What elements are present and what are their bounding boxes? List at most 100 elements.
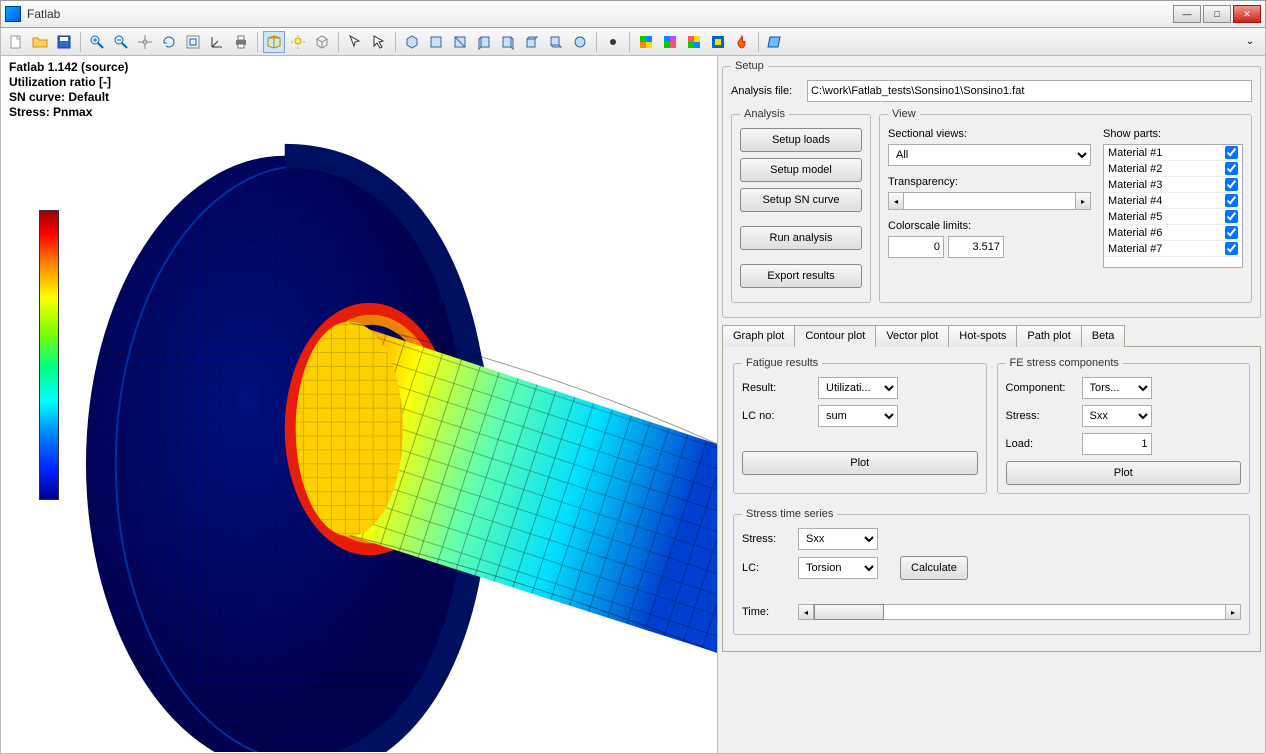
time-thumb[interactable]	[814, 604, 884, 620]
tab-graph-plot[interactable]: Graph plot	[722, 325, 795, 347]
rotate-icon[interactable]	[158, 31, 180, 53]
fea-model-render	[81, 116, 717, 752]
sphere-icon[interactable]	[569, 31, 591, 53]
calculate-button[interactable]: Calculate	[900, 556, 968, 580]
result-select[interactable]: Utilizati...	[818, 377, 898, 399]
setup-legend: Setup	[731, 60, 768, 72]
sts-lc-select[interactable]: Torsion	[798, 557, 878, 579]
window-buttons: — □ ✕	[1173, 5, 1261, 23]
sectional-views-select[interactable]: All	[888, 144, 1091, 166]
axis-icon[interactable]	[206, 31, 228, 53]
palette2-icon[interactable]	[659, 31, 681, 53]
list-item: Material #2	[1104, 161, 1242, 177]
time-left-arrow[interactable]: ◂	[798, 604, 814, 620]
time-right-arrow[interactable]: ▸	[1225, 604, 1241, 620]
node-icon[interactable]	[602, 31, 624, 53]
maximize-button[interactable]: □	[1203, 5, 1231, 23]
fe-stress-select[interactable]: Sxx	[1082, 405, 1152, 427]
component-select[interactable]: Tors...	[1082, 377, 1152, 399]
tab-content-contour: Fatigue results Result: Utilizati... LC …	[722, 347, 1261, 652]
colorscale-label: Colorscale limits:	[888, 220, 1091, 232]
lc-no-select[interactable]: sum	[818, 405, 898, 427]
export-results-button[interactable]: Export results	[740, 264, 862, 288]
load-input[interactable]	[1082, 433, 1152, 455]
list-item: Material #3	[1104, 177, 1242, 193]
part-4-checkbox[interactable]	[1225, 194, 1238, 207]
colorscale-min-input[interactable]	[888, 236, 944, 258]
new-icon[interactable]	[5, 31, 27, 53]
close-button[interactable]: ✕	[1233, 5, 1261, 23]
tab-hot-spots[interactable]: Hot-spots	[948, 325, 1017, 347]
viewport-info: Fatlab 1.142 (source) Utilization ratio …	[9, 60, 128, 120]
fit-icon[interactable]	[182, 31, 204, 53]
list-item: Material #7	[1104, 241, 1242, 257]
part-3-checkbox[interactable]	[1225, 178, 1238, 191]
fe-plot-button[interactable]: Plot	[1006, 461, 1242, 485]
minimize-button[interactable]: —	[1173, 5, 1201, 23]
tab-beta[interactable]: Beta	[1081, 325, 1126, 347]
view-iso-icon[interactable]	[401, 31, 423, 53]
palette3-icon[interactable]	[683, 31, 705, 53]
transparency-label: Transparency:	[888, 176, 1091, 188]
result-tabs: Graph plot Contour plot Vector plot Hot-…	[722, 324, 1261, 347]
transparency-left-arrow[interactable]: ◂	[888, 192, 904, 210]
setup-loads-button[interactable]: Setup loads	[740, 128, 862, 152]
colorscale-max-input[interactable]	[948, 236, 1004, 258]
sts-stress-select[interactable]: Sxx	[798, 528, 878, 550]
pointer-icon[interactable]	[368, 31, 390, 53]
fatigue-plot-button[interactable]: Plot	[742, 451, 978, 475]
light-icon[interactable]	[287, 31, 309, 53]
time-slider[interactable]: ◂ ▸	[798, 604, 1241, 620]
part-1-checkbox[interactable]	[1225, 146, 1238, 159]
sectional-views-label: Sectional views:	[888, 128, 1091, 140]
palette1-icon[interactable]	[635, 31, 657, 53]
setup-sn-curve-button[interactable]: Setup SN curve	[740, 188, 862, 212]
info-line-result: Utilization ratio [-]	[9, 75, 128, 90]
tab-vector-plot[interactable]: Vector plot	[875, 325, 949, 347]
fatigue-results-group: Fatigue results Result: Utilizati... LC …	[733, 357, 987, 494]
palette4-icon[interactable]	[707, 31, 729, 53]
view-right-icon[interactable]	[497, 31, 519, 53]
view-left-icon[interactable]	[473, 31, 495, 53]
show-parts-label: Show parts:	[1103, 128, 1243, 140]
perspective-icon[interactable]	[263, 31, 285, 53]
parts-list[interactable]: Material #1 Material #2 Material #3 Mate…	[1103, 144, 1243, 268]
print-icon[interactable]	[230, 31, 252, 53]
help-icon[interactable]	[764, 31, 786, 53]
info-line-version: Fatlab 1.142 (source)	[9, 60, 128, 75]
view-back-icon[interactable]	[449, 31, 471, 53]
part-7-checkbox[interactable]	[1225, 242, 1238, 255]
pan-icon[interactable]	[134, 31, 156, 53]
toolbar: ⌄	[0, 28, 1266, 56]
analysis-file-label: Analysis file:	[731, 85, 801, 97]
transparency-slider[interactable]: ◂ ▸	[888, 192, 1091, 210]
part-5-checkbox[interactable]	[1225, 210, 1238, 223]
setup-group: Setup Analysis file: Analysis Setup load…	[722, 60, 1261, 318]
run-analysis-button[interactable]: Run analysis	[740, 226, 862, 250]
setup-model-button[interactable]: Setup model	[740, 158, 862, 182]
fire-icon[interactable]	[731, 31, 753, 53]
part-2-checkbox[interactable]	[1225, 162, 1238, 175]
view-bottom-icon[interactable]	[545, 31, 567, 53]
open-icon[interactable]	[29, 31, 51, 53]
tab-path-plot[interactable]: Path plot	[1016, 325, 1081, 347]
select-icon[interactable]	[344, 31, 366, 53]
part-6-checkbox[interactable]	[1225, 226, 1238, 239]
tab-contour-plot[interactable]: Contour plot	[794, 325, 876, 347]
save-icon[interactable]	[53, 31, 75, 53]
view-group: View Sectional views: All Transparency: …	[879, 108, 1252, 303]
menu-chevron-icon[interactable]: ⌄	[1239, 31, 1261, 53]
fe-stress-group: FE stress components Component: Tors... …	[997, 357, 1251, 494]
zoom-in-icon[interactable]	[86, 31, 108, 53]
transparency-right-arrow[interactable]: ▸	[1075, 192, 1091, 210]
viewport-3d[interactable]: Fatlab 1.142 (source) Utilization ratio …	[1, 56, 717, 753]
list-item: Material #6	[1104, 225, 1242, 241]
zoom-out-icon[interactable]	[110, 31, 132, 53]
stress-time-series-group: Stress time series Stress: Sxx LC: Torsi…	[733, 508, 1250, 635]
info-line-sncurve: SN curve: Default	[9, 90, 128, 105]
analysis-file-input[interactable]	[807, 80, 1252, 102]
wireframe-icon[interactable]	[311, 31, 333, 53]
view-top-icon[interactable]	[521, 31, 543, 53]
view-front-icon[interactable]	[425, 31, 447, 53]
window-title: Fatlab	[27, 7, 1173, 21]
